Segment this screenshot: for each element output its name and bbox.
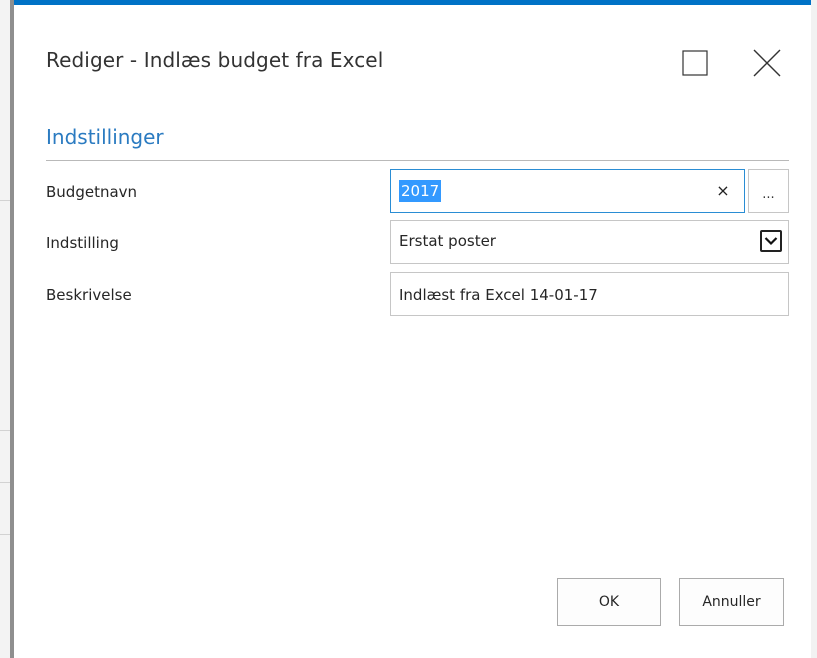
close-button[interactable] xyxy=(752,48,782,78)
setting-label: Indstilling xyxy=(46,234,119,252)
maximize-icon xyxy=(682,50,708,76)
description-label: Beskrivelse xyxy=(46,286,132,304)
section-title-settings: Indstillinger xyxy=(46,125,164,149)
background-divider xyxy=(0,200,10,201)
description-input[interactable]: Indlæst fra Excel 14-01-17 xyxy=(390,272,789,316)
budget-lookup-button[interactable]: ... xyxy=(748,169,789,213)
setting-value: Erstat poster xyxy=(399,232,496,250)
setting-select[interactable]: Erstat poster xyxy=(390,220,789,264)
close-icon xyxy=(753,49,781,77)
chevron-down-icon[interactable] xyxy=(760,230,782,252)
ok-button[interactable]: OK xyxy=(557,578,661,626)
edit-dialog: Rediger - Indlæs budget fra Excel Indsti… xyxy=(14,0,817,658)
dialog-title: Rediger - Indlæs budget fra Excel xyxy=(46,48,384,72)
cancel-button[interactable]: Annuller xyxy=(679,578,784,626)
maximize-button[interactable] xyxy=(680,48,710,78)
background-page-strip xyxy=(0,0,10,658)
budget-name-label: Budgetnavn xyxy=(46,183,138,201)
section-divider xyxy=(46,160,789,161)
background-divider xyxy=(0,534,10,535)
dialog-right-edge xyxy=(811,0,817,658)
dialog-top-accent xyxy=(14,0,811,5)
background-divider xyxy=(0,482,10,483)
clear-icon[interactable]: × xyxy=(714,180,732,202)
budget-name-input[interactable]: 2017 × xyxy=(390,169,745,213)
budget-name-value: 2017 xyxy=(399,180,442,202)
description-value: Indlæst fra Excel 14-01-17 xyxy=(399,286,598,304)
background-divider xyxy=(0,430,10,431)
